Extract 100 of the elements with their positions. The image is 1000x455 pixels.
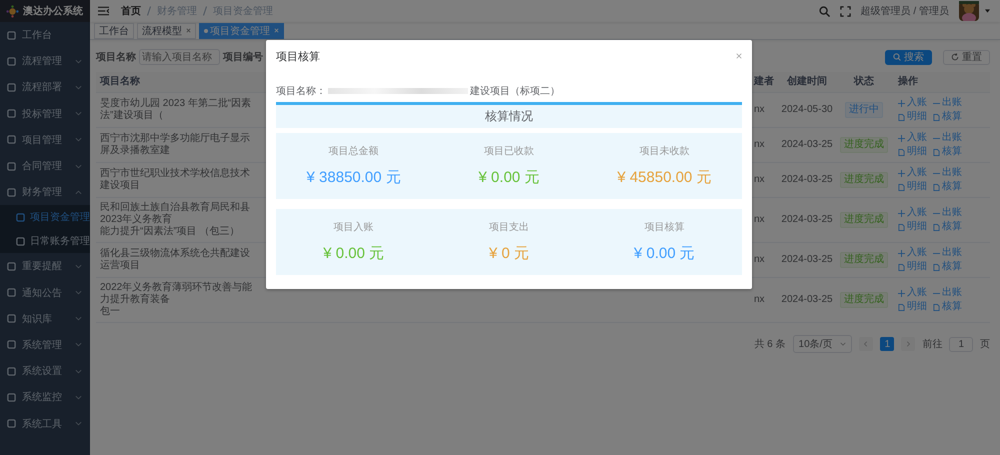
stat-value: ¥ 0.00 元 (478, 168, 540, 187)
page-number[interactable]: 1 (880, 337, 894, 351)
action-link[interactable]: 核算 (933, 181, 962, 193)
page-tab[interactable]: 工作台 (94, 22, 134, 38)
action-link[interactable]: 出账 (933, 207, 962, 219)
square-icon (7, 419, 16, 428)
action-link[interactable]: 核算 (933, 261, 962, 273)
submenu-item[interactable]: 日常账务管理 (0, 229, 90, 254)
status-tag: 进度完成 (840, 252, 888, 268)
menu-item[interactable]: 流程部署 (0, 74, 90, 101)
menu-item[interactable]: 系统工具 (0, 410, 90, 437)
refresh-icon (951, 53, 959, 61)
table-cell-text: 民和回族土族自治县教育局民和县2023年义务教育 (100, 202, 251, 226)
square-icon (7, 392, 16, 402)
menu-item[interactable]: 系统监控 (0, 384, 90, 410)
table-cell-text: 2022年义务教育薄弱环节改善与能力提升教育装备 (100, 282, 254, 306)
user-name[interactable]: 超级管理员 / 管理员 (860, 4, 949, 18)
menu-item[interactable]: 重要提醒 (0, 253, 90, 280)
menu-item[interactable]: 项目管理 (0, 126, 90, 153)
status-tag: 进度完成 (840, 212, 888, 228)
menu-item[interactable]: 财务管理 (0, 179, 90, 206)
square-icon (16, 236, 25, 246)
column-header: 操作 (896, 74, 919, 89)
fullscreen-icon[interactable] (840, 6, 851, 16)
action-link[interactable]: 出账 (933, 132, 962, 144)
action-link[interactable]: 入账 (898, 97, 927, 109)
table-cell: 2024-03-25 (781, 174, 833, 185)
field-label: 项目名称： (276, 85, 326, 98)
action-link[interactable]: 核算 (933, 301, 962, 313)
column-header: 建者 (754, 74, 775, 89)
caret-icon[interactable] (985, 9, 990, 13)
submenu-item[interactable]: 项目资金管理 (0, 205, 90, 230)
column-header: 项目名称 (98, 74, 141, 89)
stat-label: 项目已收款 (484, 145, 534, 158)
section-title: 核算情况 (485, 109, 533, 123)
chevron-left-icon (863, 341, 870, 347)
page-input[interactable]: 1 (949, 336, 973, 352)
action-link[interactable]: 明细 (898, 146, 927, 158)
page-size-select[interactable]: 10条/页 (792, 335, 852, 353)
table-cell-text: 包一 (100, 306, 121, 318)
page-tab[interactable]: 项目资金管理 (199, 22, 284, 38)
close-icon[interactable] (186, 28, 191, 33)
action-icon (898, 170, 905, 176)
close-icon[interactable] (736, 53, 742, 59)
action-link[interactable]: 明细 (898, 111, 927, 123)
stat-label: 项目总金额 (328, 144, 379, 158)
menu-item[interactable]: 工作台 (0, 22, 90, 48)
search-icon[interactable] (818, 6, 830, 16)
action-link[interactable]: 核算 (933, 221, 962, 233)
chevron-icon (75, 420, 82, 428)
table-cell: 2024-03-25 (781, 214, 833, 225)
action-link[interactable]: 出账 (933, 287, 962, 299)
square-icon (16, 212, 25, 222)
page-tab[interactable]: 流程模型 (137, 22, 196, 38)
chevron-icon (75, 289, 82, 296)
square-icon (7, 135, 16, 144)
status-tag: 进行中 (845, 102, 883, 118)
action-link[interactable]: 出账 (933, 167, 962, 179)
menu-item[interactable]: 流程管理 (0, 48, 90, 74)
action-icon (898, 224, 905, 230)
search-field[interactable]: 请输入项目名称 (139, 49, 220, 65)
action-link[interactable]: 出账 (933, 247, 962, 259)
action-link[interactable]: 明细 (898, 301, 927, 313)
chevron-icon (75, 58, 82, 65)
square-icon (7, 109, 16, 118)
menu-item[interactable]: 系统管理 (0, 332, 90, 358)
action-link[interactable]: 核算 (933, 146, 962, 158)
prev-page-button[interactable] (859, 337, 874, 351)
action-link[interactable]: 明细 (898, 261, 927, 273)
search-button[interactable]: 搜索 (885, 50, 932, 64)
action-link[interactable]: 入账 (898, 167, 927, 179)
status-tag: 进度完成 (840, 137, 888, 153)
action-link[interactable]: 入账 (898, 247, 927, 259)
action-link[interactable]: 核算 (933, 111, 962, 123)
menu-item[interactable]: 投标管理 (0, 100, 90, 127)
status-tag: 进度完成 (840, 292, 888, 308)
menu-item[interactable]: 合同管理 (0, 152, 90, 180)
action-link[interactable]: 入账 (898, 287, 927, 299)
menu-item[interactable]: 系统设置 (0, 358, 90, 384)
next-page-button[interactable] (901, 337, 916, 351)
action-link[interactable]: 明细 (898, 221, 927, 233)
menu-item[interactable]: 知识库 (0, 306, 90, 332)
action-link[interactable]: 出账 (933, 97, 962, 109)
action-link[interactable]: 入账 (898, 207, 927, 219)
square-icon (7, 188, 16, 197)
table-cell: nx (754, 174, 765, 185)
table-cell-text: 能力提升“因素法”项目 （包三） (100, 226, 240, 238)
table-cell-text: 西宁市沈那中学多功能厅电子显示屏及录播教室建 (100, 133, 251, 157)
table-cell: nx (754, 294, 765, 305)
menu-icon[interactable] (98, 6, 109, 16)
action-link[interactable]: 入账 (898, 132, 927, 144)
action-link[interactable]: 明细 (898, 181, 927, 193)
breadcrumb[interactable]: 首页 (121, 4, 141, 18)
stat-value: ¥ 0.00 元 (634, 244, 695, 263)
table-cell: nx (754, 214, 765, 225)
action-icon (898, 114, 905, 120)
table-cell: nx (754, 104, 765, 115)
chevron-icon (75, 262, 82, 270)
menu-item[interactable]: 通知公告 (0, 280, 90, 306)
search-button[interactable]: 重置 (943, 50, 990, 64)
